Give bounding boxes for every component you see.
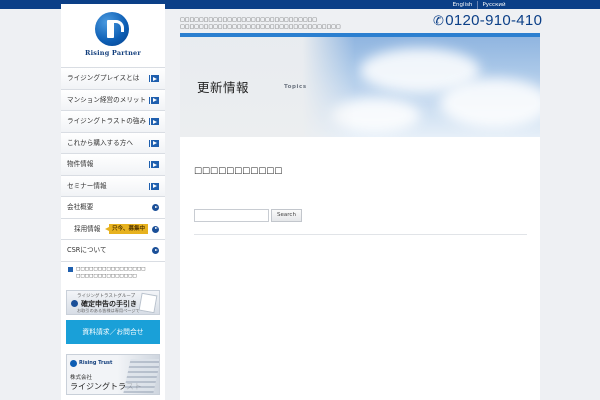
tagline-line: □□□□□□□□□□□□□□□□□□□□□□□□□□□□□	[180, 17, 317, 23]
nav-item-strength[interactable]: ライジングトラストの強み	[61, 111, 165, 133]
phone-text: 0120-910-410	[445, 12, 543, 29]
primary-nav: ライジングプレイスとは マンション経営のメリット ライジングトラストの強み これ…	[61, 67, 165, 197]
arrow-square-icon	[149, 118, 159, 125]
logo-icon	[70, 360, 77, 367]
tagline-line: □□□□□□□□□□□□□□□□□□□□□□□□□□□□□□□□□□	[180, 24, 341, 30]
nav-item-label: これから購入する方へ	[67, 138, 133, 147]
request-contact-button[interactable]: 資料請求／お問合せ	[66, 320, 160, 344]
arrow-square-icon	[149, 75, 159, 82]
arrow-square-icon	[149, 96, 159, 104]
page-title: 更新情報	[197, 80, 250, 95]
nav-item-recruit[interactable]: 採用情報 只今、募集中	[61, 219, 165, 240]
hero-banner: 更新情報 Topics	[180, 33, 540, 137]
trust-banner-company: 株式会社	[70, 375, 93, 381]
building-image	[123, 359, 159, 393]
tax-banner-note: お取引のある皆様は専用ページで	[77, 308, 140, 313]
nav-item-label: 物件情報	[67, 160, 94, 168]
phone-number[interactable]: ✆0120-910-410	[433, 12, 542, 29]
arrow-circle-icon	[152, 247, 159, 254]
phone-icon: ✆	[433, 13, 445, 28]
arrow-circle-icon	[152, 204, 159, 211]
arrow-circle-icon	[152, 225, 159, 233]
recruiting-badge: 只今、募集中	[104, 223, 149, 234]
site-tagline: □□□□□□□□□□□□□□□□□□□□□□□□□□□□□ □□□□□□□□□□…	[180, 17, 430, 31]
arrow-circle-icon	[71, 300, 78, 307]
search-input[interactable]	[194, 209, 269, 222]
main-content: 更新情報 Topics □□□□□□□□□□□ Search	[180, 33, 540, 400]
lang-link-russian[interactable]: Русский	[478, 1, 510, 9]
document-icon	[138, 292, 158, 314]
page-subtitle: Topics	[284, 84, 307, 90]
section-title: □□□□□□□□□□□	[194, 166, 283, 176]
sidebar-note-link[interactable]: □□□□□□□□□□□□□□□□ □□□□□□□□□□□□□□	[68, 266, 160, 280]
arrow-square-icon	[149, 161, 159, 168]
nav-item-label: ライジングトラストの強み	[67, 117, 146, 125]
note-line: □□□□□□□□□□□□□□□□	[76, 267, 146, 272]
divider	[194, 234, 527, 235]
nav-item-label: マンション経営のメリット	[67, 95, 147, 104]
nav-item-label: セミナー情報	[67, 181, 107, 190]
logo-icon[interactable]	[95, 12, 129, 46]
cloud-shape	[440, 78, 540, 128]
nav-item-company[interactable]: 会社概要	[61, 197, 165, 219]
rising-trust-banner[interactable]: Rising Trust 株式会社 ライジングトラスト	[66, 354, 160, 395]
sidebar: Rising Partner ライジングプレイスとは マンション経営のメリット …	[61, 4, 165, 400]
nav-item-label: 採用情報	[74, 224, 101, 233]
logo-text[interactable]: Rising Partner	[61, 49, 165, 57]
arrow-square-icon	[149, 139, 159, 147]
arrow-square-icon	[68, 267, 73, 272]
lang-link-english[interactable]: English	[448, 1, 478, 9]
search-button[interactable]: Search	[271, 209, 302, 222]
nav-item-buyers[interactable]: これから購入する方へ	[61, 132, 165, 154]
nav-item-label: 会社概要	[67, 203, 94, 211]
nav-item-seminar[interactable]: セミナー情報	[61, 175, 165, 197]
nav-item-csr[interactable]: CSRについて	[61, 240, 165, 262]
nav-item-about[interactable]: ライジングプレイスとは	[61, 68, 165, 90]
nav-item-properties[interactable]: 物件情報	[61, 154, 165, 176]
tax-guide-banner[interactable]: ライジングトラストグループ 確定申告の手引き お取引のある皆様は専用ページで	[66, 290, 160, 315]
trust-banner-en: Rising Trust	[79, 360, 113, 366]
note-line: □□□□□□□□□□□□□□	[76, 274, 137, 279]
arrow-square-icon	[149, 182, 159, 190]
secondary-nav: 会社概要 採用情報 只今、募集中 CSRについて	[61, 197, 165, 262]
nav-item-merit[interactable]: マンション経営のメリット	[61, 89, 165, 111]
nav-item-label: ライジングプレイスとは	[67, 74, 140, 82]
nav-item-label: CSRについて	[67, 246, 107, 254]
